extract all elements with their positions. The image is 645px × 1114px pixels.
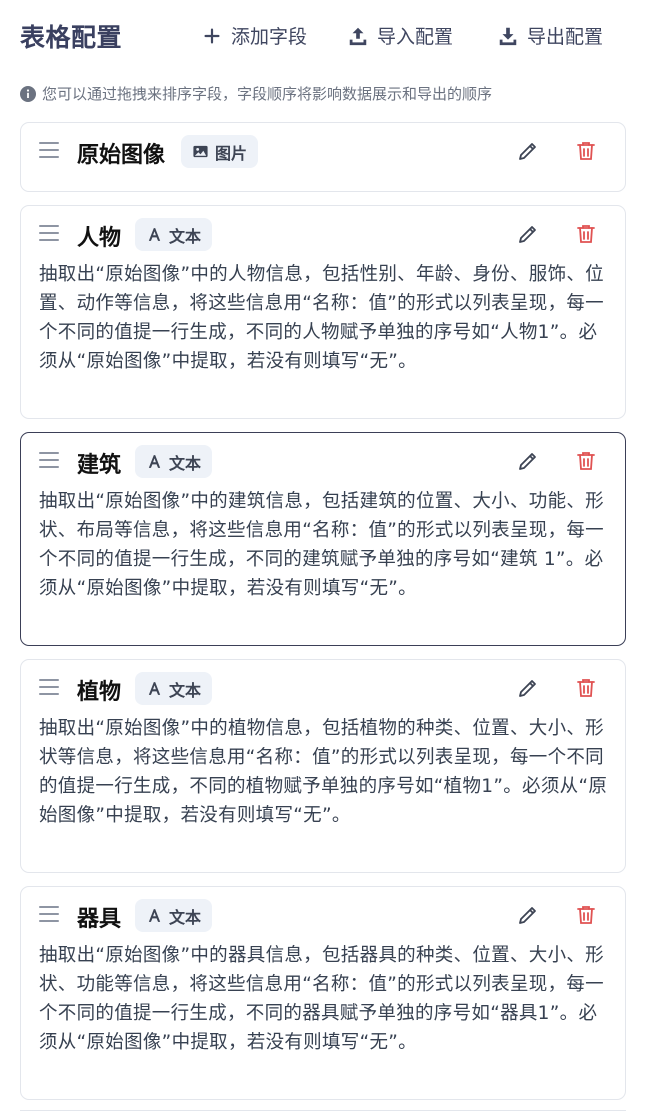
sort-hint: 您可以通过拖拽来排序字段，字段顺序将影响数据展示和导出的顺序 [20,83,625,104]
pencil-icon[interactable] [516,139,540,163]
pencil-icon[interactable] [516,449,540,473]
field-type-label: 图片 [215,143,248,163]
import-config-button[interactable]: 导入配置 [347,22,453,49]
pencil-icon[interactable] [516,903,540,927]
download-icon [499,27,517,45]
import-config-label: 导入配置 [377,26,454,48]
field-description: 抽取出“原始图像”中的器具信息，包括器具的种类、位置、大小、形状、功能等信息，将… [39,945,604,1053]
export-config-label: 导出配置 [527,26,604,48]
drag-handle-icon[interactable] [39,906,59,924]
field-card-header: 器具 文本 [21,887,625,945]
upload-icon [349,27,367,45]
field-card-header: 原始图像 图片 [21,123,625,181]
letter-a-icon [148,228,161,241]
field-type-label: 文本 [169,453,202,473]
plus-icon [204,27,220,44]
field-card-header: 建筑 文本 [21,433,625,491]
field-card-person[interactable]: 人物 文本 抽取出“原始图像”中的人物信息，包括性别、年龄、身份、服饰、位置、动… [20,205,626,419]
field-name: 人物 [77,226,122,251]
trash-icon[interactable] [574,222,598,246]
field-card-header: 人物 文本 [21,206,625,264]
info-icon [20,85,36,102]
field-card-original-image[interactable]: 原始图像 图片 [20,122,626,192]
letter-a-icon [148,682,161,695]
trash-icon[interactable] [574,139,598,163]
drag-handle-icon[interactable] [39,142,59,160]
trash-icon[interactable] [574,449,598,473]
pencil-icon[interactable] [516,676,540,700]
field-type-label: 文本 [169,907,202,927]
field-type-badge: 文本 [135,672,213,705]
field-type-badge: 文本 [135,445,213,478]
field-type-badge: 文本 [135,218,213,251]
field-type-badge: 图片 [181,135,259,168]
trash-icon[interactable] [574,676,598,700]
page-title: 表格配置 [20,23,123,52]
field-card-building[interactable]: 建筑 文本 抽取出“原始图像”中的建筑信息，包括建筑的位置、大小、功能、形状、布… [20,432,626,646]
field-type-label: 文本 [169,226,202,246]
field-card-plant[interactable]: 植物 文本 抽取出“原始图像”中的植物信息，包括植物的种类、位置、大小、形状等信… [20,659,626,873]
next-card-edge [20,1110,626,1114]
field-name: 建筑 [77,453,122,478]
export-config-button[interactable]: 导出配置 [497,22,603,49]
field-name: 原始图像 [77,143,166,168]
field-description: 抽取出“原始图像”中的植物信息，包括植物的种类、位置、大小、形状等信息，将这些信… [39,718,608,826]
add-field-label: 添加字段 [231,26,308,48]
letter-a-icon [148,909,161,922]
trash-icon[interactable] [574,903,598,927]
field-description: 抽取出“原始图像”中的建筑信息，包括建筑的位置、大小、功能、形状、布局等信息，将… [39,491,604,599]
drag-handle-icon[interactable] [39,452,59,470]
letter-a-icon [148,455,161,468]
field-type-label: 文本 [169,680,202,700]
add-field-button[interactable]: 添加字段 [201,22,307,49]
field-description: 抽取出“原始图像”中的人物信息，包括性别、年龄、身份、服饰、位置、动作等信息，将… [39,264,604,372]
sort-hint-text: 您可以通过拖拽来排序字段，字段顺序将影响数据展示和导出的顺序 [42,85,493,103]
field-name: 器具 [77,907,122,932]
field-card-header: 植物 文本 [21,660,625,718]
field-card-utensil[interactable]: 器具 文本 抽取出“原始图像”中的器具信息，包括器具的种类、位置、大小、形状、功… [20,886,626,1100]
page-header: 表格配置 添加字段 导入配置 导出配置 [20,16,625,54]
pencil-icon[interactable] [516,222,540,246]
field-name: 植物 [77,680,122,705]
drag-handle-icon[interactable] [39,679,59,697]
drag-handle-icon[interactable] [39,225,59,243]
field-type-badge: 文本 [135,899,213,932]
image-icon [193,145,208,158]
